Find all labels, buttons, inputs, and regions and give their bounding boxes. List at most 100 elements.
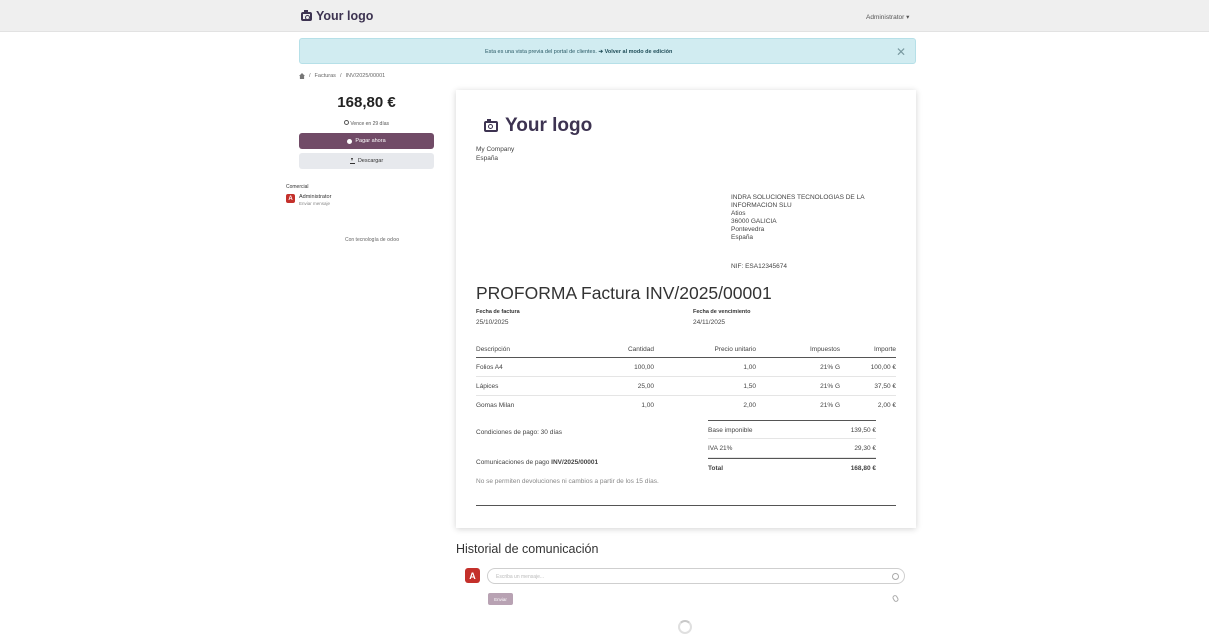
subtotal-label: Base imponible	[708, 427, 753, 434]
line-amount: 2,00 €	[877, 402, 896, 409]
odoo-logo[interactable]: odoo	[387, 237, 399, 243]
total-value: 168,80 €	[850, 465, 876, 472]
subtotal-value: 139,50 €	[850, 427, 876, 434]
col-amount: Importe	[873, 346, 896, 353]
invoice-note: No se permiten devoluciones ni cambios a…	[476, 478, 659, 485]
line-taxes: 21% G	[820, 402, 840, 409]
site-logo[interactable]: Your logo	[301, 9, 373, 23]
table-row: Lápices 25,00 1,50 21% G 37,50 €	[476, 377, 896, 396]
home-icon[interactable]	[299, 73, 305, 79]
partner-line: 36000 GALICIA	[731, 218, 777, 225]
invoice-lines-table: Descripción Cantidad Precio unitario Imp…	[476, 343, 896, 415]
due-date-label: Fecha de vencimiento	[693, 309, 751, 315]
line-unit-price: 1,00	[743, 364, 756, 371]
company-address: My Company España	[476, 145, 514, 163]
camera-icon	[301, 9, 312, 21]
partner-line: INDRA SOLUCIONES TECNOLOGIAS DE LA	[731, 194, 865, 201]
payment-terms: Condiciones de pago: 30 días	[476, 429, 563, 436]
pay-now-button[interactable]: Pagar ahora	[299, 133, 434, 149]
avatar: A	[465, 568, 480, 583]
invoice-document: Your logo My Company España INDRA SOLUCI…	[456, 90, 916, 528]
alert-message: Esta es una vista previa del portal de c…	[485, 49, 672, 55]
subtotal-row: Base imponible 139,50 €	[708, 420, 876, 439]
invoice-logo-text: Your logo	[505, 115, 593, 136]
message-placeholder: Escriba un mensaje...	[496, 574, 545, 580]
invoice-title: PROFORMA Factura INV/2025/00001	[476, 283, 772, 303]
user-menu[interactable]: Administrator ▾	[866, 13, 909, 21]
line-unit-price: 1,50	[743, 383, 756, 390]
payment-comm-ref: INV/2025/00001	[551, 459, 599, 466]
col-unit-price: Precio unitario	[714, 346, 756, 353]
line-amount: 37,50 €	[874, 383, 896, 390]
download-button[interactable]: Descargar	[299, 153, 434, 169]
table-header: Descripción Cantidad Precio unitario Imp…	[476, 343, 896, 358]
breadcrumb-separator: /	[339, 73, 342, 79]
powered-by: Con tecnología de odoo	[345, 237, 399, 243]
partner-line: España	[731, 234, 754, 241]
amount-total: 168,80 €	[337, 94, 396, 111]
col-description: Descripción	[476, 346, 510, 353]
powered-text: Con tecnología de	[345, 237, 386, 243]
partner-line: Pontevedra	[731, 226, 765, 233]
payment-comm-label: Comunicaciones de pago	[476, 459, 552, 466]
total-label: Total	[708, 465, 724, 472]
line-description: Lápices	[476, 383, 499, 390]
alert-text: Esta es una vista previa del portal de c…	[485, 49, 599, 55]
tax-label: IVA 21%	[708, 445, 733, 452]
company-line: España	[476, 155, 499, 162]
download-label: Descargar	[357, 158, 384, 164]
total-row: Total 168,80 €	[708, 458, 876, 477]
close-icon[interactable]: ✕	[896, 45, 906, 59]
breadcrumb: / Facturas / INV/2025/00001	[299, 73, 385, 79]
loading-icon	[678, 620, 692, 634]
table-row: Gomas Milan 1,00 2,00 21% G 2,00 €	[476, 396, 896, 415]
send-button[interactable]: Enviar	[488, 593, 513, 605]
camera-icon	[484, 118, 498, 132]
invoice-logo: Your logo	[484, 115, 592, 137]
back-to-edit-link[interactable]: ➔ Volver al modo de edición	[598, 49, 672, 55]
salesperson-label: Comercial	[286, 184, 309, 190]
col-quantity: Cantidad	[627, 346, 654, 353]
pay-now-label: Pagar ahora	[355, 138, 386, 144]
company-line: My Company	[476, 146, 515, 153]
line-amount: 100,00 €	[870, 364, 896, 371]
due-date: 24/11/2025	[693, 319, 726, 326]
chatter-title: Historial de comunicación	[456, 542, 599, 556]
tax-value: 29,30 €	[854, 445, 876, 452]
tax-row: IVA 21% 29,30 €	[708, 439, 876, 458]
due-text: Vence en 29 días	[350, 121, 390, 127]
logo-text: Your logo	[316, 9, 374, 23]
top-navbar: Your logo Administrator ▾	[0, 0, 1209, 32]
payment-communication: Comunicaciones de pago INV/2025/00001	[476, 459, 598, 466]
table-row: Folios A4 100,00 1,00 21% G 100,00 €	[476, 358, 896, 377]
clock-icon	[343, 120, 349, 125]
breadcrumb-invoices[interactable]: Facturas	[315, 73, 336, 79]
due-info: Vence en 29 días	[299, 120, 434, 127]
emoji-icon[interactable]	[892, 573, 899, 580]
line-quantity: 1,00	[641, 402, 654, 409]
divider	[476, 505, 896, 506]
invoice-date: 25/10/2025	[476, 319, 509, 326]
line-unit-price: 2,00	[743, 402, 756, 409]
invoice-totals: Base imponible 139,50 € IVA 21% 29,30 € …	[708, 420, 876, 477]
breadcrumb-current: INV/2025/00001	[345, 73, 386, 79]
line-description: Folios A4	[476, 364, 503, 371]
partner-line: INFORMACION SLU	[731, 202, 792, 209]
partner-line: Atios	[731, 210, 746, 217]
message-input[interactable]: Escriba un mensaje...	[487, 568, 905, 584]
preview-alert: Esta es una vista previa del portal de c…	[299, 38, 916, 64]
col-taxes: Impuestos	[810, 346, 840, 353]
arrow-circle-icon	[347, 138, 353, 144]
line-taxes: 21% G	[820, 364, 840, 371]
line-taxes: 21% G	[820, 383, 840, 390]
line-quantity: 100,00	[634, 364, 654, 371]
download-icon	[349, 157, 355, 164]
invoice-date-label: Fecha de factura	[476, 309, 520, 315]
paperclip-icon[interactable]	[891, 594, 900, 603]
partner-vat: NIF: ESA12345674	[731, 263, 788, 270]
breadcrumb-separator: /	[309, 73, 311, 79]
line-description: Gomas Milan	[476, 402, 515, 409]
partner-address: INDRA SOLUCIONES TECNOLOGIAS DE LA INFOR…	[731, 194, 906, 242]
salesperson-name: Administrator	[299, 194, 332, 200]
send-message-link[interactable]: Enviar mensaje	[299, 201, 330, 206]
